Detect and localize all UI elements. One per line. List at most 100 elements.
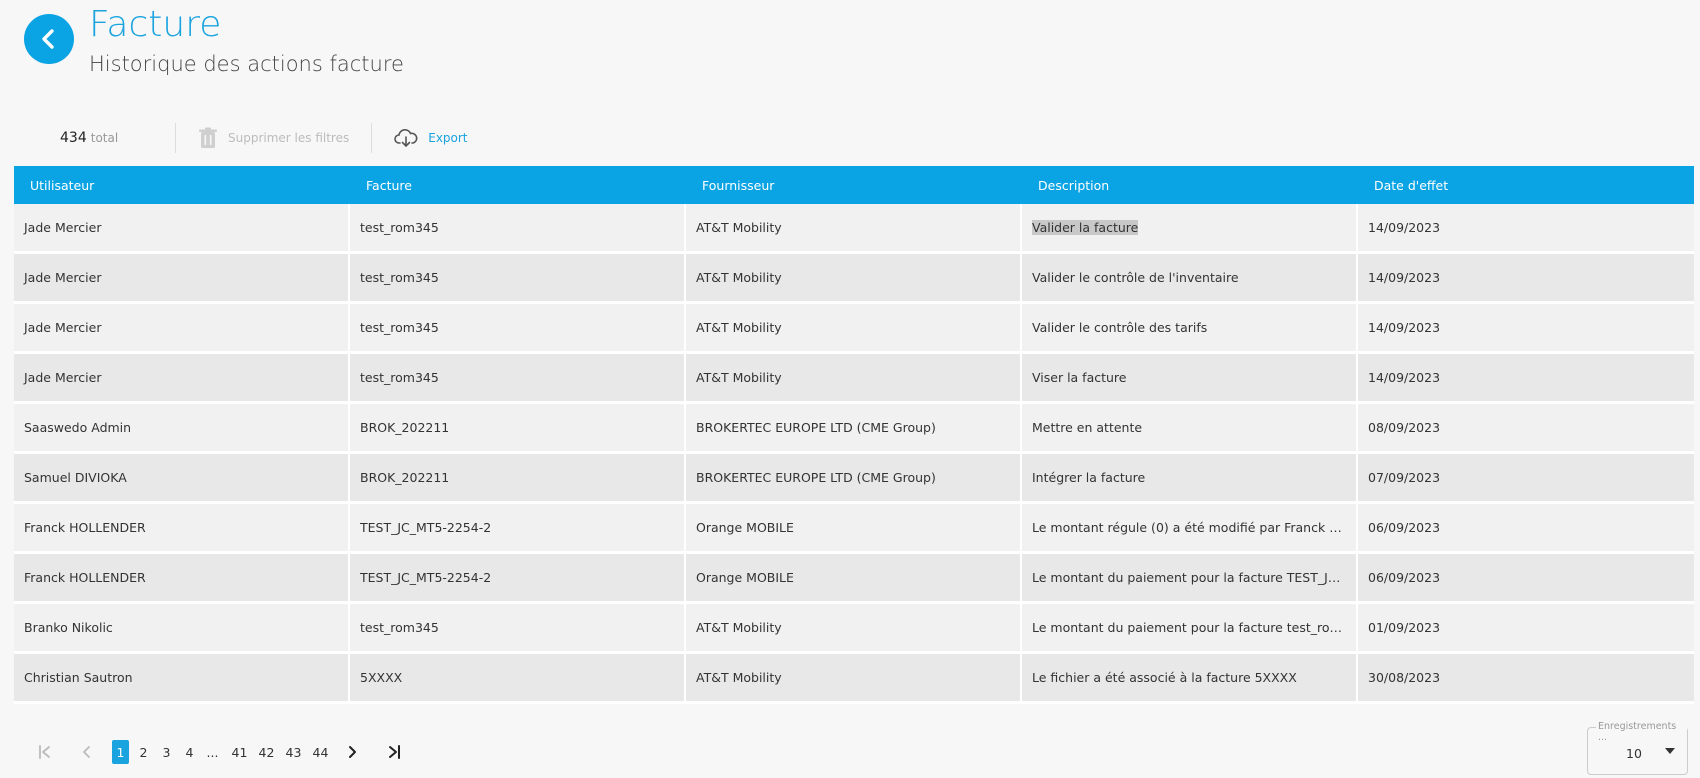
- trash-icon: [199, 127, 217, 148]
- back-button[interactable]: [24, 14, 74, 64]
- table-row[interactable]: Jade Mercier test_rom345 AT&T Mobility V…: [14, 304, 1694, 354]
- cell-date-effet: 08/09/2023: [1358, 404, 1694, 454]
- cloud-download-icon: [394, 129, 418, 147]
- cell-fournisseur: Orange MOBILE: [686, 554, 1022, 604]
- cell-date-effet: 07/09/2023: [1358, 454, 1694, 504]
- cell-facture: test_rom345: [350, 604, 686, 654]
- column-header-facture[interactable]: Facture: [350, 166, 686, 204]
- last-page-button[interactable]: [383, 740, 405, 764]
- table-row[interactable]: Jade Mercier test_rom345 AT&T Mobility V…: [14, 204, 1694, 254]
- previous-page-button[interactable]: [76, 740, 98, 764]
- cell-utilisateur: Franck HOLLENDER: [14, 504, 350, 554]
- toolbar: 434 total Supprimer les filtres Export: [14, 122, 490, 154]
- cell-facture: test_rom345: [350, 304, 686, 354]
- cell-utilisateur: Saaswedo Admin: [14, 404, 350, 454]
- cell-fournisseur: AT&T Mobility: [686, 354, 1022, 404]
- page-subtitle: Historique des actions facture: [89, 52, 404, 76]
- cell-fournisseur: AT&T Mobility: [686, 604, 1022, 654]
- cell-date-effet: 14/09/2023: [1358, 304, 1694, 354]
- cell-utilisateur: Christian Sautron: [14, 654, 350, 704]
- cell-fournisseur: BROKERTEC EUROPE LTD (CME Group): [686, 454, 1022, 504]
- cell-facture: BROK_202211: [350, 404, 686, 454]
- cell-utilisateur: Jade Mercier: [14, 254, 350, 304]
- export-label: Export: [428, 131, 468, 145]
- cell-date-effet: 06/09/2023: [1358, 504, 1694, 554]
- table-row[interactable]: Franck HOLLENDER TEST_JC_MT5-2254-2 Oran…: [14, 504, 1694, 554]
- column-header-fournisseur[interactable]: Fournisseur: [686, 166, 1022, 204]
- total-count-value: 434: [60, 130, 87, 146]
- cell-facture: TEST_JC_MT5-2254-2: [350, 554, 686, 604]
- first-page-button[interactable]: [34, 740, 56, 764]
- cell-date-effet: 30/08/2023: [1358, 654, 1694, 704]
- cell-utilisateur: Jade Mercier: [14, 304, 350, 354]
- page-button-42[interactable]: 42: [258, 740, 275, 764]
- page-button-44[interactable]: 44: [312, 740, 329, 764]
- page-button-41[interactable]: 41: [231, 740, 248, 764]
- column-header-description[interactable]: Description: [1022, 166, 1358, 204]
- first-page-icon: [39, 745, 50, 759]
- pagination: 1 2 3 4 ... 41 42 43 44: [34, 738, 405, 766]
- table-row[interactable]: Samuel DIVIOKA BROK_202211 BROKERTEC EUR…: [14, 454, 1694, 504]
- clear-filters-button[interactable]: Supprimer les filtres: [176, 127, 371, 149]
- page-button-3[interactable]: 3: [158, 740, 175, 764]
- cell-fournisseur: Orange MOBILE: [686, 504, 1022, 554]
- cell-facture: 5XXXX: [350, 654, 686, 704]
- table-row[interactable]: Jade Mercier test_rom345 AT&T Mobility V…: [14, 254, 1694, 304]
- rows-per-page-label: Enregistrements ...: [1596, 721, 1687, 743]
- cell-facture: BROK_202211: [350, 454, 686, 504]
- page-button-2[interactable]: 2: [135, 740, 152, 764]
- cell-description: Valider le contrôle de l'inventaire: [1022, 254, 1358, 304]
- page-button-4[interactable]: 4: [181, 740, 198, 764]
- table-row[interactable]: Christian Sautron 5XXXX AT&T Mobility Le…: [14, 654, 1694, 704]
- page-button-43[interactable]: 43: [285, 740, 302, 764]
- cell-date-effet: 14/09/2023: [1358, 354, 1694, 404]
- cell-utilisateur: Jade Mercier: [14, 204, 350, 254]
- cell-description: Le fichier a été associé à la facture 5X…: [1022, 654, 1358, 704]
- page-button-1[interactable]: 1: [112, 740, 129, 764]
- cell-description: Viser la facture: [1022, 354, 1358, 404]
- cell-description: Intégrer la facture: [1022, 454, 1358, 504]
- table-row[interactable]: Jade Mercier test_rom345 AT&T Mobility V…: [14, 354, 1694, 404]
- total-count: 434 total: [60, 130, 175, 146]
- cell-description: Le montant régule (0) a été modifié par …: [1022, 504, 1358, 554]
- cell-date-effet: 06/09/2023: [1358, 554, 1694, 604]
- cell-facture: TEST_JC_MT5-2254-2: [350, 504, 686, 554]
- rows-per-page-select[interactable]: Enregistrements ... 10: [1587, 721, 1688, 775]
- cell-utilisateur: Samuel DIVIOKA: [14, 454, 350, 504]
- table-row[interactable]: Branko Nikolic test_rom345 AT&T Mobility…: [14, 604, 1694, 654]
- clear-filters-label: Supprimer les filtres: [228, 131, 350, 145]
- column-header-utilisateur[interactable]: Utilisateur: [14, 166, 350, 204]
- chevron-right-icon: [349, 746, 356, 758]
- chevron-left-icon: [42, 29, 54, 49]
- total-count-label: total: [90, 131, 119, 145]
- export-button[interactable]: Export: [372, 128, 489, 148]
- table-row[interactable]: Franck HOLLENDER TEST_JC_MT5-2254-2 Oran…: [14, 554, 1694, 604]
- cell-fournisseur: AT&T Mobility: [686, 204, 1022, 254]
- actions-table: Utilisateur Facture Fournisseur Descript…: [14, 166, 1694, 704]
- cell-description: Valider la facture: [1022, 204, 1358, 254]
- cell-facture: test_rom345: [350, 204, 686, 254]
- cell-date-effet: 01/09/2023: [1358, 604, 1694, 654]
- cell-facture: test_rom345: [350, 354, 686, 404]
- page-ellipsis: ...: [206, 744, 219, 760]
- cell-utilisateur: Branko Nikolic: [14, 604, 350, 654]
- table-row[interactable]: Saaswedo Admin BROK_202211 BROKERTEC EUR…: [14, 404, 1694, 454]
- cell-utilisateur: Franck HOLLENDER: [14, 554, 350, 604]
- rows-per-page-value: 10: [1626, 746, 1642, 761]
- cell-fournisseur: AT&T Mobility: [686, 254, 1022, 304]
- cell-description: Valider le contrôle des tarifs: [1022, 304, 1358, 354]
- cell-description: Mettre en attente: [1022, 404, 1358, 454]
- chevron-left-icon: [83, 746, 90, 758]
- caret-down-icon: [1665, 748, 1675, 754]
- cell-date-effet: 14/09/2023: [1358, 254, 1694, 304]
- cell-description: Le montant du paiement pour la facture t…: [1022, 604, 1358, 654]
- next-page-button[interactable]: [341, 740, 363, 764]
- cell-facture: test_rom345: [350, 254, 686, 304]
- highlighted-text: Valider la facture: [1032, 220, 1139, 235]
- cell-fournisseur: BROKERTEC EUROPE LTD (CME Group): [686, 404, 1022, 454]
- cell-fournisseur: AT&T Mobility: [686, 304, 1022, 354]
- column-header-date-effet[interactable]: Date d'effet: [1358, 166, 1694, 204]
- cell-description: Le montant du paiement pour la facture T…: [1022, 554, 1358, 604]
- cell-fournisseur: AT&T Mobility: [686, 654, 1022, 704]
- last-page-icon: [389, 745, 400, 759]
